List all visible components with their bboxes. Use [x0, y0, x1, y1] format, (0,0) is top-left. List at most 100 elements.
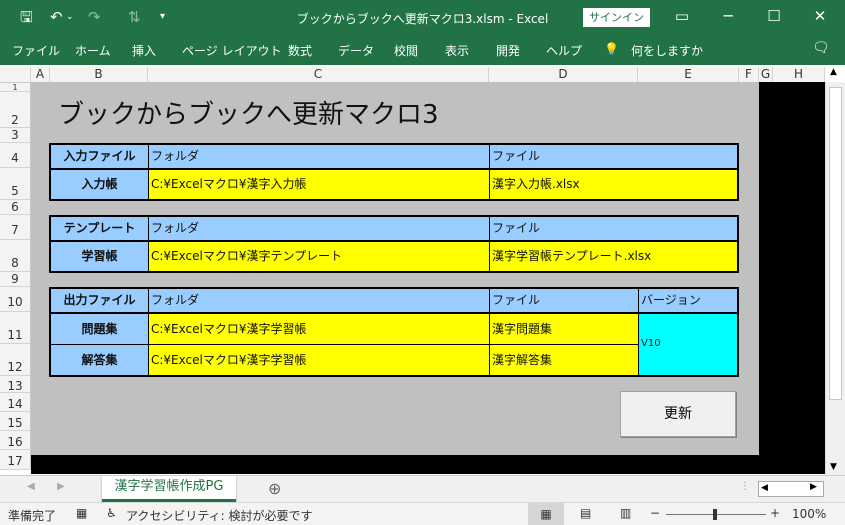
ribbon-display-icon[interactable]: ▭ [672, 7, 692, 25]
template-label: テンプレート [51, 217, 148, 240]
scroll-down-icon[interactable]: ▼ [830, 462, 837, 472]
tab-view[interactable]: 表示 [445, 42, 469, 59]
lightbulb-icon: 💡 [604, 42, 619, 56]
comments-icon[interactable]: 🗨 [812, 40, 830, 56]
split-handle-icon[interactable]: ⋮ [740, 481, 750, 492]
row-header-2[interactable]: 2 [0, 92, 31, 128]
row-header-12[interactable]: 12 [0, 344, 31, 376]
column-header-g[interactable]: G [759, 67, 773, 83]
output-folder-header: フォルダ [149, 289, 489, 312]
row-header-8[interactable]: 8 [0, 240, 31, 272]
row-header-14[interactable]: 14 [0, 393, 31, 412]
template-file-header: ファイル [490, 217, 737, 240]
row-header-10[interactable]: 10 [0, 287, 31, 312]
row-header-11[interactable]: 11 [0, 312, 31, 344]
row-header-3[interactable]: 3 [0, 128, 31, 143]
zoom-level[interactable]: 100% [792, 507, 826, 521]
column-header-e[interactable]: E [638, 67, 739, 83]
output-file-cell-2[interactable]: 漢字解答集 [490, 345, 638, 375]
output-version-header: バージョン [639, 289, 737, 312]
minimize-icon[interactable]: ─ [718, 7, 738, 25]
output-version-cell[interactable]: V10 [639, 314, 737, 375]
select-all-corner[interactable] [0, 67, 31, 83]
vertical-scrollbar[interactable]: ▲ ▼ [825, 67, 845, 475]
tab-file[interactable]: ファイル [12, 42, 60, 59]
signin-button[interactable]: サインイン [583, 8, 650, 27]
ribbon: ファイル ホーム 挿入 ページ レイアウト 数式 データ 校閲 表示 開発 ヘル… [0, 35, 845, 65]
zoom-slider-thumb[interactable] [713, 509, 717, 520]
normal-view-icon[interactable]: ▦ [528, 503, 564, 525]
output-folder-cell-1[interactable]: C:¥Excelマクロ¥漢字学習帳 [149, 314, 489, 344]
row-header-9[interactable]: 9 [0, 272, 31, 287]
hscroll-right-icon[interactable]: ▶ [810, 482, 817, 492]
input-file-header: ファイル [490, 145, 737, 168]
maximize-icon[interactable]: ☐ [764, 7, 784, 25]
row-header-1[interactable]: 1 [0, 83, 31, 92]
macro-record-icon[interactable]: ▦ [76, 506, 87, 520]
add-sheet-icon[interactable]: ⊕ [268, 479, 281, 498]
output-file-header: ファイル [490, 289, 638, 312]
column-header-h[interactable]: H [773, 67, 825, 83]
row-header-17[interactable]: 17 [0, 450, 31, 470]
sheet-title: ブックからブックへ更新マクロ3 [58, 100, 439, 130]
input-file-table: 入力ファイル フォルダ ファイル 入力帳 C:¥Excelマクロ¥漢字入力帳 漢… [49, 143, 739, 201]
status-ready: 準備完了 [8, 509, 57, 523]
tab-developer[interactable]: 開発 [496, 42, 520, 59]
column-header-f[interactable]: F [739, 67, 759, 83]
tab-page-layout[interactable]: ページ レイアウト [182, 42, 282, 59]
template-table: テンプレート フォルダ ファイル 学習帳 C:¥Excelマクロ¥漢字テンプレー… [49, 215, 739, 273]
sheet-tab-active[interactable]: 漢字学習帳作成PG [102, 476, 236, 502]
template-folder-cell[interactable]: C:¥Excelマクロ¥漢字テンプレート [149, 242, 489, 271]
hscroll-left-icon[interactable]: ◀ [761, 483, 768, 493]
output-row-label-1: 問題集 [51, 314, 148, 344]
row-header-13[interactable]: 13 [0, 376, 31, 393]
template-file-cell[interactable]: 漢字学習帳テンプレート.xlsx [490, 242, 737, 271]
close-icon[interactable]: ✕ [810, 7, 830, 25]
tab-scroll-right-icon[interactable]: ▶ [57, 481, 65, 492]
tab-data[interactable]: データ [338, 42, 374, 59]
sheet-tab-bar: ◀ ▶ 漢字学習帳作成PG ⊕ ⋮ ◀ ▶ [0, 475, 845, 502]
row-header-5[interactable]: 5 [0, 168, 31, 200]
tab-scroll-left-icon[interactable]: ◀ [27, 481, 35, 492]
sheet-canvas: ブックからブックへ更新マクロ3 入力ファイル フォルダ ファイル 入力帳 C:¥… [31, 82, 759, 455]
tell-me-search[interactable]: 何をしますか [631, 42, 703, 59]
tab-home[interactable]: ホーム [75, 42, 111, 59]
tab-review[interactable]: 校閲 [394, 42, 418, 59]
row-header-7[interactable]: 7 [0, 215, 31, 240]
page-break-view-icon[interactable]: ▥ [620, 506, 631, 520]
template-book-label: 学習帳 [51, 242, 148, 271]
column-header-c[interactable]: C [148, 67, 489, 83]
title-bar: 🖫 ↶ ⌄ ↷ ⇅ ▾ ブックからブックへ更新マクロ3.xlsm - Excel… [0, 0, 845, 35]
zoom-in-icon[interactable]: + [770, 506, 780, 520]
column-header-d[interactable]: D [489, 67, 638, 83]
accessibility-status[interactable]: アクセシビリティ: 検討が必要です [126, 507, 313, 524]
row-header-15[interactable]: 15 [0, 412, 31, 431]
input-file-cell[interactable]: 漢字入力帳.xlsx [490, 170, 737, 199]
input-folder-header: フォルダ [149, 145, 489, 168]
zoom-slider[interactable] [666, 509, 766, 520]
column-header-a[interactable]: A [31, 67, 50, 83]
scroll-up-icon[interactable]: ▲ [830, 67, 837, 77]
tab-formulas[interactable]: 数式 [288, 42, 312, 59]
column-header-b[interactable]: B [50, 67, 148, 83]
output-file-cell-1[interactable]: 漢字問題集 [490, 314, 638, 344]
zoom-out-icon[interactable]: − [650, 506, 660, 520]
row-header-6[interactable]: 6 [0, 200, 31, 215]
row-header-16[interactable]: 16 [0, 431, 31, 450]
input-folder-cell[interactable]: C:¥Excelマクロ¥漢字入力帳 [149, 170, 489, 199]
page-layout-view-icon[interactable]: ▤ [580, 506, 591, 520]
update-button[interactable]: 更新 [620, 391, 736, 437]
worksheet-grid: A B C D E F G H 1 2 3 4 5 6 7 8 9 10 11 … [0, 65, 845, 475]
accessibility-icon[interactable]: ♿ [106, 506, 117, 520]
output-file-label: 出力ファイル [51, 289, 148, 312]
scroll-thumb[interactable] [829, 87, 842, 400]
output-file-table: 出力ファイル フォルダ ファイル バージョン 問題集 C:¥Excelマクロ¥漢… [49, 287, 739, 377]
tab-insert[interactable]: 挿入 [132, 42, 156, 59]
template-folder-header: フォルダ [149, 217, 489, 240]
tab-help[interactable]: ヘルプ [546, 42, 582, 59]
output-folder-cell-2[interactable]: C:¥Excelマクロ¥漢字学習帳 [149, 345, 489, 375]
output-row-label-2: 解答集 [51, 345, 148, 375]
row-header-4[interactable]: 4 [0, 143, 31, 168]
input-file-label: 入力ファイル [51, 145, 148, 168]
hidden-rows [31, 455, 825, 474]
